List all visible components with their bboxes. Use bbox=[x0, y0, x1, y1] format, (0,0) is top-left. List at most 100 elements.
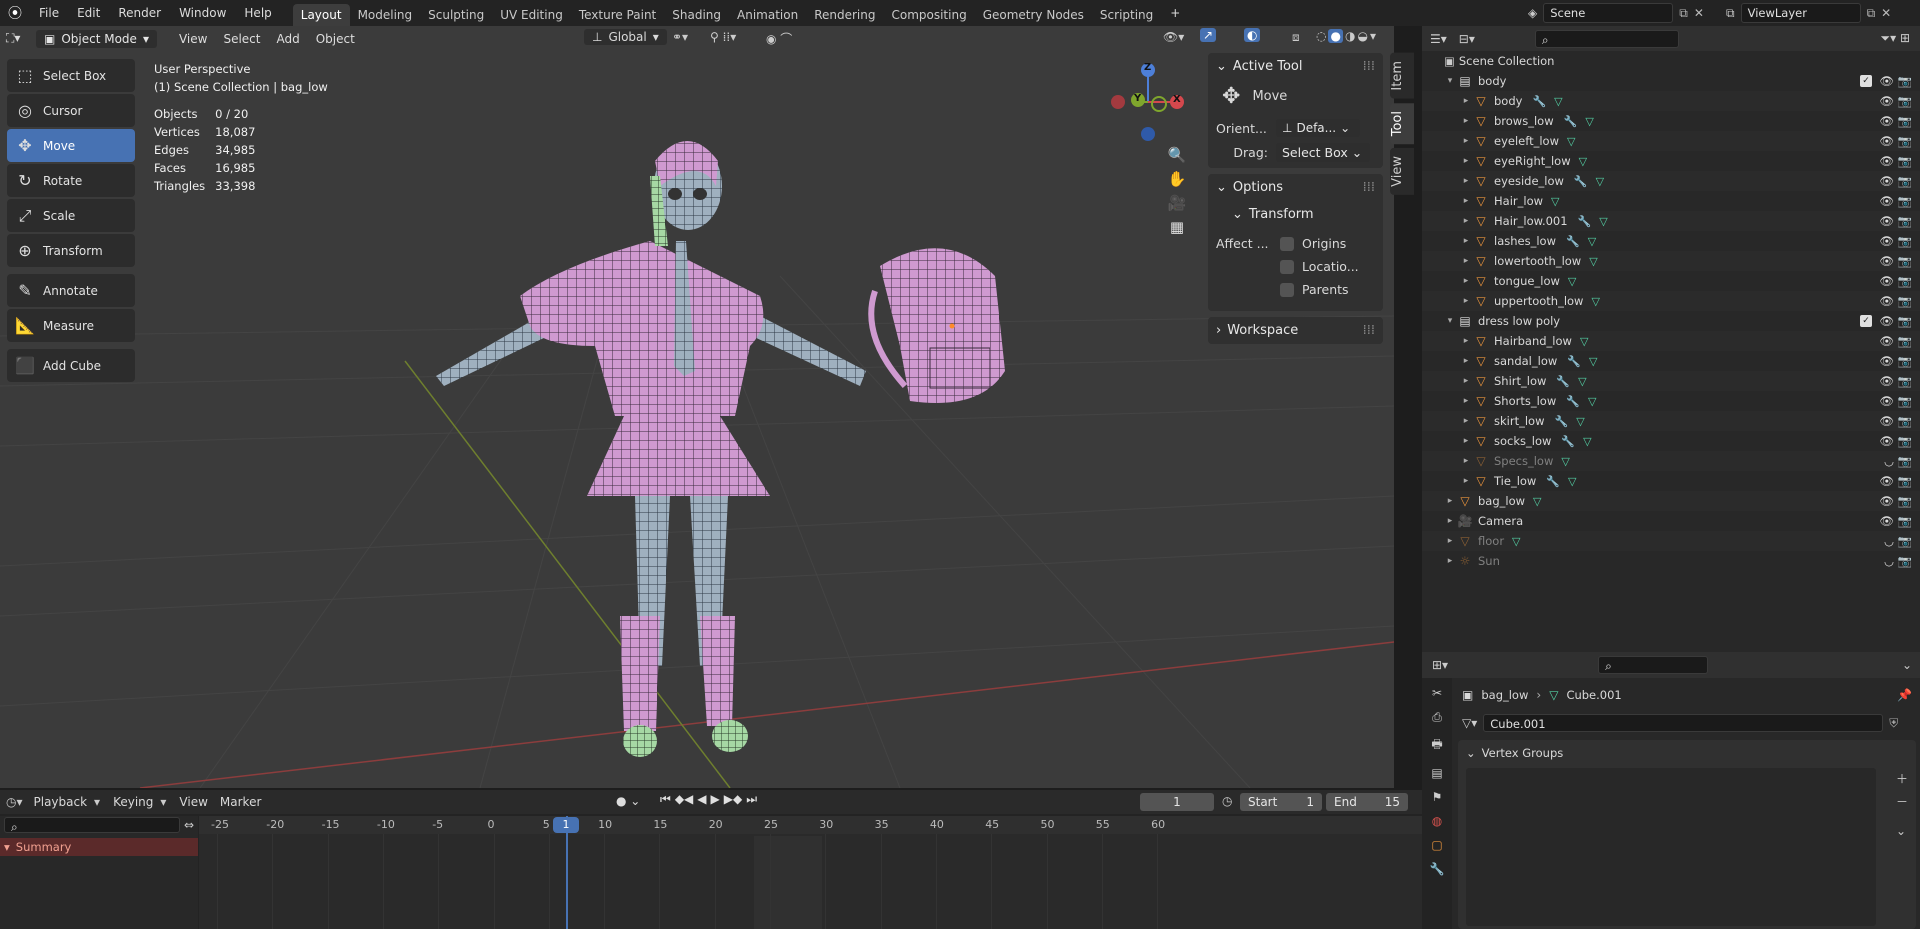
mesh-data-icon[interactable]: ▽ bbox=[1554, 95, 1562, 108]
jump-start-icon[interactable]: ⏮ bbox=[660, 792, 671, 807]
modifier-icon[interactable]: 🔧 bbox=[1546, 475, 1560, 488]
eye-icon[interactable]: 👁 bbox=[1879, 174, 1894, 188]
modifier-icon[interactable]: 🔧 bbox=[1556, 375, 1570, 388]
pin-icon[interactable]: 📌 bbox=[1897, 688, 1912, 702]
chevron-right-icon[interactable]: ▸ bbox=[1460, 96, 1472, 106]
mesh-data-icon[interactable]: ▽ bbox=[1588, 235, 1596, 248]
eye-icon[interactable]: 👁 bbox=[1879, 94, 1894, 108]
mesh-data-icon[interactable]: ▽ bbox=[1567, 135, 1575, 148]
chevron-right-icon[interactable]: ▸ bbox=[1444, 516, 1456, 526]
play-reverse-icon[interactable]: ◀ bbox=[697, 792, 706, 807]
tool-select-box[interactable]: ⬚ Select Box bbox=[7, 59, 135, 92]
chevron-down-icon[interactable]: ▾ bbox=[1444, 316, 1456, 326]
render-camera-icon[interactable]: 📷 bbox=[1898, 174, 1912, 188]
mesh-data-icon[interactable]: ▽ bbox=[1578, 375, 1586, 388]
eye-icon[interactable]: 👁 bbox=[1879, 234, 1894, 248]
modifier-icon[interactable]: 🔧 bbox=[1561, 435, 1575, 448]
tool-cursor[interactable]: ◎ Cursor bbox=[7, 94, 135, 127]
outliner-search-input[interactable]: ⌕ bbox=[1534, 29, 1679, 48]
tool-measure[interactable]: 📐 Measure bbox=[7, 309, 135, 342]
render-camera-icon[interactable]: 📷 bbox=[1898, 214, 1912, 228]
solid-shading-icon[interactable]: ● bbox=[1328, 29, 1343, 43]
tool-annotate[interactable]: ✎ Annotate bbox=[7, 274, 135, 307]
eye-icon[interactable]: 👁 bbox=[1879, 294, 1894, 308]
eye-icon[interactable]: 👁 bbox=[1879, 334, 1894, 348]
editor-type-icon[interactable]: ☰▾ bbox=[1430, 32, 1447, 46]
modifier-icon[interactable]: 🔧 bbox=[1566, 395, 1580, 408]
object-row[interactable]: ▸ ☼ Sun ◡ 📷 bbox=[1422, 551, 1920, 571]
rendered-shading-icon[interactable]: ◒ bbox=[1357, 29, 1367, 43]
menu-window[interactable]: Window bbox=[170, 0, 235, 26]
render-camera-icon[interactable]: 📷 bbox=[1898, 94, 1912, 108]
object-row[interactable]: ▸ ▽ lashes_low 🔧 ▽ 👁 📷 bbox=[1422, 231, 1920, 251]
snap-icon[interactable]: ⚲ ⁞⁞▾ bbox=[710, 30, 736, 44]
mesh-data-icon[interactable]: ▽ bbox=[1583, 435, 1591, 448]
pan-hand-icon[interactable]: ✋ bbox=[1168, 170, 1187, 188]
chevron-down-icon[interactable]: ▾ bbox=[1370, 29, 1376, 43]
eye-icon[interactable]: 👁 bbox=[1879, 414, 1894, 428]
view-layer-field[interactable]: ViewLayer bbox=[1740, 3, 1861, 23]
render-camera-icon[interactable]: 📷 bbox=[1898, 74, 1912, 88]
close-scene-icon[interactable]: ✕ bbox=[1694, 6, 1704, 20]
viewport-menu-add[interactable]: Add bbox=[268, 32, 307, 46]
mesh-data-icon[interactable]: ▽ bbox=[1585, 115, 1593, 128]
zoom-icon[interactable]: 🔍 bbox=[1168, 146, 1187, 164]
render-camera-icon[interactable]: 📷 bbox=[1898, 314, 1912, 328]
mesh-data-icon[interactable]: ▽▾ bbox=[1462, 716, 1477, 730]
object-row[interactable]: ▸ ▽ skirt_low 🔧 ▽ 👁 📷 bbox=[1422, 411, 1920, 431]
eye-icon[interactable]: 👁 bbox=[1879, 434, 1894, 448]
frame-ruler[interactable]: -25 -20 -15 -10 -5 0 5 10 15 20 25 30 35 40 45 50 55 60 bbox=[199, 816, 1422, 834]
chevron-right-icon[interactable]: ▸ bbox=[1460, 156, 1472, 166]
material-shading-icon[interactable]: ◑ bbox=[1345, 29, 1355, 43]
chevron-right-icon[interactable]: ▸ bbox=[1460, 216, 1472, 226]
sidebar-tab-item[interactable]: Item bbox=[1390, 53, 1414, 99]
eye-icon[interactable]: 👁 bbox=[1879, 394, 1894, 408]
eye-icon[interactable]: 👁 bbox=[1879, 514, 1894, 528]
render-camera-icon[interactable]: 📷 bbox=[1898, 434, 1912, 448]
object-row[interactable]: ▸ ▽ bag_low ▽ 👁 📷 bbox=[1422, 491, 1920, 511]
checkbox[interactable] bbox=[1280, 259, 1294, 274]
mesh-data-icon[interactable]: ▽ bbox=[1576, 415, 1584, 428]
workspace-tab-sculpting[interactable]: Sculpting bbox=[420, 4, 492, 26]
exclude-checkbox[interactable]: ✓ bbox=[1860, 75, 1872, 87]
workspace-tab-layout[interactable]: Layout bbox=[292, 4, 350, 26]
clock-icon[interactable]: ◷ bbox=[1222, 794, 1232, 808]
render-camera-icon[interactable]: 📷 bbox=[1898, 114, 1912, 128]
wireframe-shading-icon[interactable]: ◌ bbox=[1316, 29, 1326, 43]
render-camera-icon[interactable]: 📷 bbox=[1898, 474, 1912, 488]
duplicate-scene-icon[interactable]: ⧉ bbox=[1679, 6, 1688, 21]
mesh-data-icon[interactable]: ▽ bbox=[1588, 395, 1596, 408]
render-camera-icon[interactable]: 📷 bbox=[1898, 334, 1912, 348]
checkbox[interactable] bbox=[1280, 282, 1294, 297]
chevron-right-icon[interactable]: ▸ bbox=[1460, 336, 1472, 346]
affect-option[interactable]: Parents bbox=[1280, 282, 1359, 297]
render-camera-icon[interactable]: 📷 bbox=[1898, 154, 1912, 168]
mesh-data-icon[interactable]: ▽ bbox=[1551, 195, 1559, 208]
workspace-tab-animation[interactable]: Animation bbox=[729, 4, 806, 26]
chevron-right-icon[interactable]: ▸ bbox=[1460, 296, 1472, 306]
gizmo-toggle-icon[interactable]: ↗ bbox=[1200, 28, 1217, 42]
object-row[interactable]: ▸ ▽ brows_low 🔧 ▽ 👁 📷 bbox=[1422, 111, 1920, 131]
chevron-down-icon[interactable]: ⌄ bbox=[1902, 658, 1912, 672]
active-tool-header[interactable]: ⌄ Active Tool ⁞⁞⁞ bbox=[1216, 59, 1375, 74]
exclude-checkbox[interactable]: ✓ bbox=[1860, 315, 1872, 327]
playhead-label[interactable]: 1 bbox=[553, 817, 579, 833]
timeline-menu-playback[interactable]: Playback bbox=[29, 795, 93, 809]
tool-move[interactable]: ✥ Move bbox=[7, 129, 135, 162]
render-camera-icon[interactable]: 📷 bbox=[1898, 414, 1912, 428]
chevron-right-icon[interactable]: ▸ bbox=[1460, 116, 1472, 126]
pivot-icon[interactable]: ⚭▾ bbox=[672, 30, 688, 44]
affect-option[interactable]: Origins bbox=[1280, 236, 1359, 251]
object-row[interactable]: ▸ ▽ lowertooth_low ▽ 👁 📷 bbox=[1422, 251, 1920, 271]
render-tab-icon[interactable]: ⎙ bbox=[1432, 710, 1442, 725]
render-camera-icon[interactable]: 📷 bbox=[1898, 274, 1912, 288]
render-camera-icon[interactable]: 📷 bbox=[1898, 514, 1912, 528]
modifier-icon[interactable]: 🔧 bbox=[1578, 215, 1592, 228]
eye-icon[interactable]: 👁 bbox=[1879, 134, 1894, 148]
overlay-toggle-icon[interactable]: ◐ bbox=[1244, 28, 1261, 42]
mode-selector[interactable]: ▣ Object Mode ▾ bbox=[36, 29, 157, 48]
xray-icon[interactable]: ⧈ bbox=[1292, 30, 1300, 45]
editor-type-icon[interactable]: ⛶▾ bbox=[6, 31, 32, 46]
workspace-tab-uv-editing[interactable]: UV Editing bbox=[492, 4, 571, 26]
editor-type-icon[interactable]: ◷▾ bbox=[6, 795, 23, 809]
